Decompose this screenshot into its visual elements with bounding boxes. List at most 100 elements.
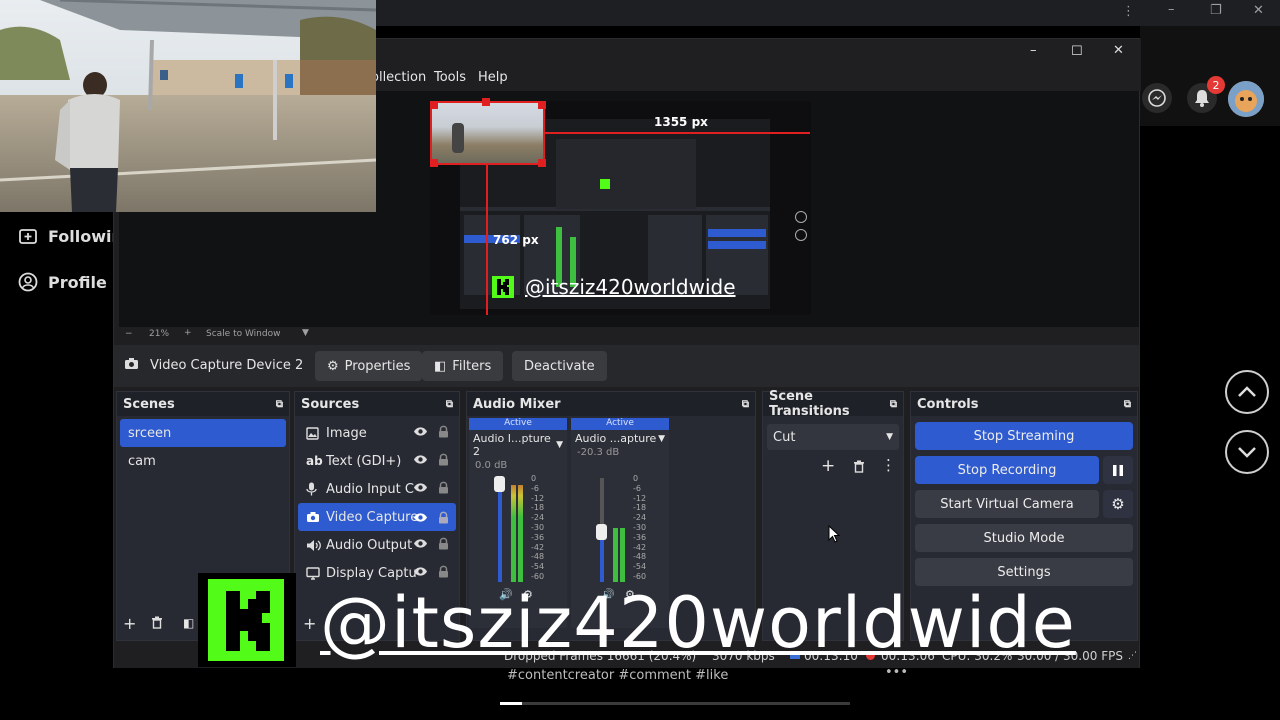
visibility-eye-icon[interactable]	[413, 566, 428, 577]
zoom-dropdown-icon[interactable]: ▼	[302, 328, 309, 338]
gear-icon: ⚙	[1111, 495, 1125, 513]
lock-icon[interactable]	[438, 425, 449, 438]
undock-icon[interactable]: ⧉	[1124, 399, 1131, 410]
channel-status: Active	[469, 418, 567, 430]
obs-minimize-icon[interactable]: –	[1030, 43, 1037, 58]
channel-db: -20.3 dB	[577, 447, 620, 458]
video-progress-track[interactable]	[500, 702, 850, 705]
audio-mixer-title: Audio Mixer	[473, 396, 561, 412]
resize-handle[interactable]	[430, 101, 438, 109]
source-item-audio-output[interactable]: Audio Output	[298, 531, 456, 559]
source-item-image[interactable]: Image	[298, 419, 456, 447]
pause-recording-button[interactable]	[1103, 456, 1133, 484]
visibility-eye-icon[interactable]	[413, 482, 428, 493]
chevron-down-icon: ▼	[658, 433, 665, 444]
visibility-eye-icon[interactable]	[413, 426, 428, 437]
scene-item[interactable]: srceen	[120, 419, 286, 447]
remove-scene-button[interactable]	[151, 616, 163, 629]
menu-tools[interactable]: Tools	[434, 70, 466, 85]
lock-icon[interactable]	[438, 565, 449, 578]
preview-scroll-down-icon[interactable]	[795, 229, 807, 241]
start-virtual-camera-button[interactable]: Start Virtual Camera	[915, 490, 1099, 518]
text-icon: ab	[306, 454, 323, 468]
chevron-down-icon: ▼	[556, 440, 563, 450]
resize-handle[interactable]	[482, 98, 490, 106]
sidebar-item-profile[interactable]: Profile	[18, 272, 107, 292]
scroll-up-button[interactable]	[1225, 370, 1269, 414]
remove-transition-button[interactable]	[853, 460, 865, 473]
add-source-button[interactable]: +	[303, 614, 316, 633]
avatar[interactable]	[1228, 81, 1264, 117]
source-item-video-capture[interactable]: Video Capture	[298, 503, 456, 531]
add-scene-button[interactable]: +	[123, 614, 136, 633]
virtual-camera-settings-button[interactable]: ⚙	[1103, 490, 1133, 518]
controls-title: Controls	[917, 396, 979, 412]
filters-button[interactable]: ◧ Filters	[422, 351, 504, 381]
preview-canvas: 1355 px 762 px @itsziz420worldwide	[430, 98, 811, 315]
menu-help[interactable]: Help	[478, 70, 508, 85]
maximize-icon[interactable]: ❐	[1210, 3, 1222, 18]
visibility-eye-icon[interactable]	[413, 512, 428, 523]
level-meter-bar	[620, 528, 625, 582]
lock-icon[interactable]	[438, 481, 449, 494]
zoom-mode[interactable]: Scale to Window	[206, 329, 280, 339]
volume-slider-handle[interactable]	[596, 524, 607, 540]
profile-label: Profile	[48, 272, 107, 292]
source-label: Image	[326, 425, 367, 441]
scenes-dock-title: Scenes ⧉	[117, 392, 289, 416]
resize-handle[interactable]	[430, 159, 438, 167]
channel-status: Active	[571, 418, 669, 430]
obs-maximize-icon[interactable]: ☐	[1071, 44, 1083, 59]
transition-select[interactable]: Cut ▼	[767, 424, 899, 450]
visibility-eye-icon[interactable]	[413, 454, 428, 465]
more-options-icon[interactable]: ⋮	[1122, 4, 1135, 19]
stop-recording-button[interactable]: Stop Recording	[915, 456, 1099, 484]
controls-dock-title: Controls ⧉	[911, 392, 1137, 416]
volume-slider-handle[interactable]	[494, 476, 505, 492]
source-item-text[interactable]: ab Text (GDI+)	[298, 447, 456, 475]
preview-scroll-up-icon[interactable]	[795, 211, 807, 223]
sources-dock-title: Sources ⧉	[295, 392, 459, 416]
add-transition-button[interactable]: +	[821, 456, 835, 476]
source-item-audio-input[interactable]: Audio Input C	[298, 475, 456, 503]
resize-handle[interactable]	[538, 101, 546, 109]
speaker-icon	[306, 539, 326, 552]
lock-icon[interactable]	[438, 537, 449, 550]
zoom-in-button[interactable]: +	[184, 328, 192, 338]
meter-scale: 0 -6 -12 -18 -24 -30 -36 -42 -48 -54 -60	[531, 474, 545, 581]
filters-label: Filters	[452, 358, 492, 374]
transition-more-icon[interactable]: ⋮	[881, 456, 896, 474]
studio-mode-button[interactable]: Studio Mode	[915, 524, 1133, 552]
browser-header-right: 2	[1140, 26, 1280, 126]
channel-select[interactable]: Audio ...apture ▼	[571, 430, 669, 447]
undock-icon[interactable]: ⧉	[446, 399, 453, 410]
lock-icon[interactable]	[438, 453, 449, 466]
obs-close-icon[interactable]: ✕	[1113, 43, 1124, 58]
minimize-icon[interactable]: –	[1168, 2, 1175, 17]
menu-scene-collection[interactable]: ollection	[371, 70, 426, 85]
gear-icon: ⚙	[327, 358, 339, 374]
preview-watermark-text: @itsziz420worldwide	[525, 275, 736, 299]
scene-item[interactable]: cam	[120, 447, 286, 475]
visibility-eye-icon[interactable]	[413, 538, 428, 549]
close-icon[interactable]: ✕	[1253, 3, 1264, 18]
properties-button[interactable]: ⚙ Properties	[315, 351, 423, 381]
messenger-icon[interactable]	[1142, 83, 1172, 113]
preview-webcam-source[interactable]	[430, 101, 545, 165]
stop-streaming-button[interactable]: Stop Streaming	[915, 422, 1133, 450]
undock-icon[interactable]: ⧉	[276, 399, 283, 410]
scroll-down-button[interactable]	[1225, 430, 1269, 474]
lock-icon[interactable]	[438, 511, 449, 524]
image-icon	[306, 426, 326, 440]
zoom-out-button[interactable]: −	[125, 329, 133, 339]
more-options-icon[interactable]: •••	[885, 665, 908, 680]
undock-icon[interactable]: ⧉	[890, 399, 897, 410]
scene-filters-icon[interactable]: ◧	[183, 616, 194, 630]
video-progress-fill	[500, 702, 522, 705]
undock-icon[interactable]: ⧉	[742, 399, 749, 410]
camera-icon	[124, 357, 139, 370]
deactivate-button[interactable]: Deactivate	[512, 351, 607, 381]
channel-select[interactable]: Audio I...pture 2 ▼	[469, 430, 567, 460]
resize-handle[interactable]	[538, 159, 546, 167]
resize-grip-icon[interactable]: ⋰	[1128, 651, 1137, 661]
